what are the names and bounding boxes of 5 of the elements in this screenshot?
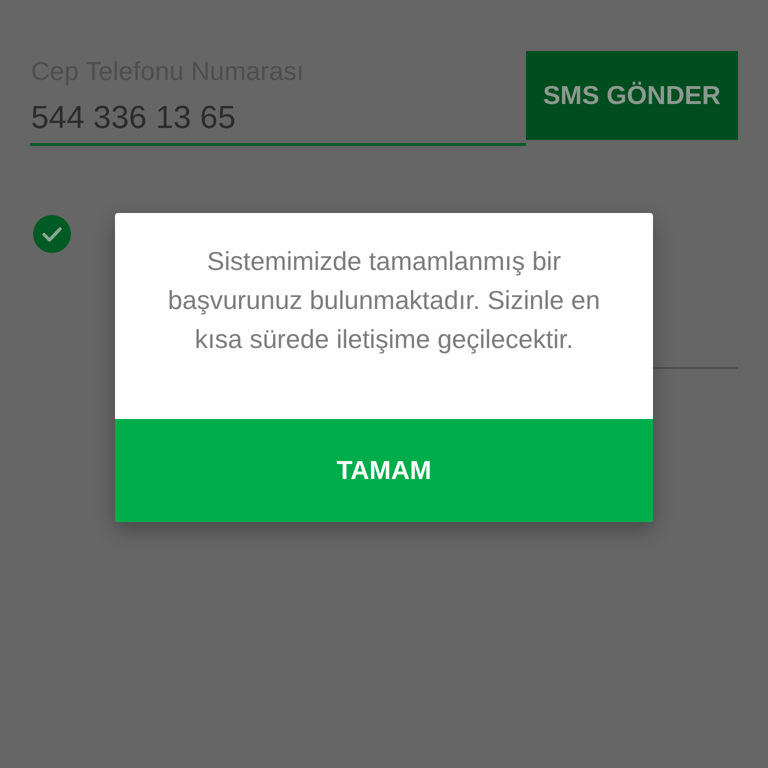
ok-button[interactable]: TAMAM — [115, 419, 653, 522]
dialog-message: Sistemimizde tamamlanmış bir başvurunuz bulunmaktadır. Sizinle en kısa sürede iletişime geçilecektir. — [166, 245, 602, 356]
checkbox-check-icon[interactable] — [33, 215, 71, 253]
send-sms-button[interactable]: SMS GÖNDER — [526, 51, 738, 140]
phone-number-value: 544 336 13 65 — [30, 98, 237, 137]
